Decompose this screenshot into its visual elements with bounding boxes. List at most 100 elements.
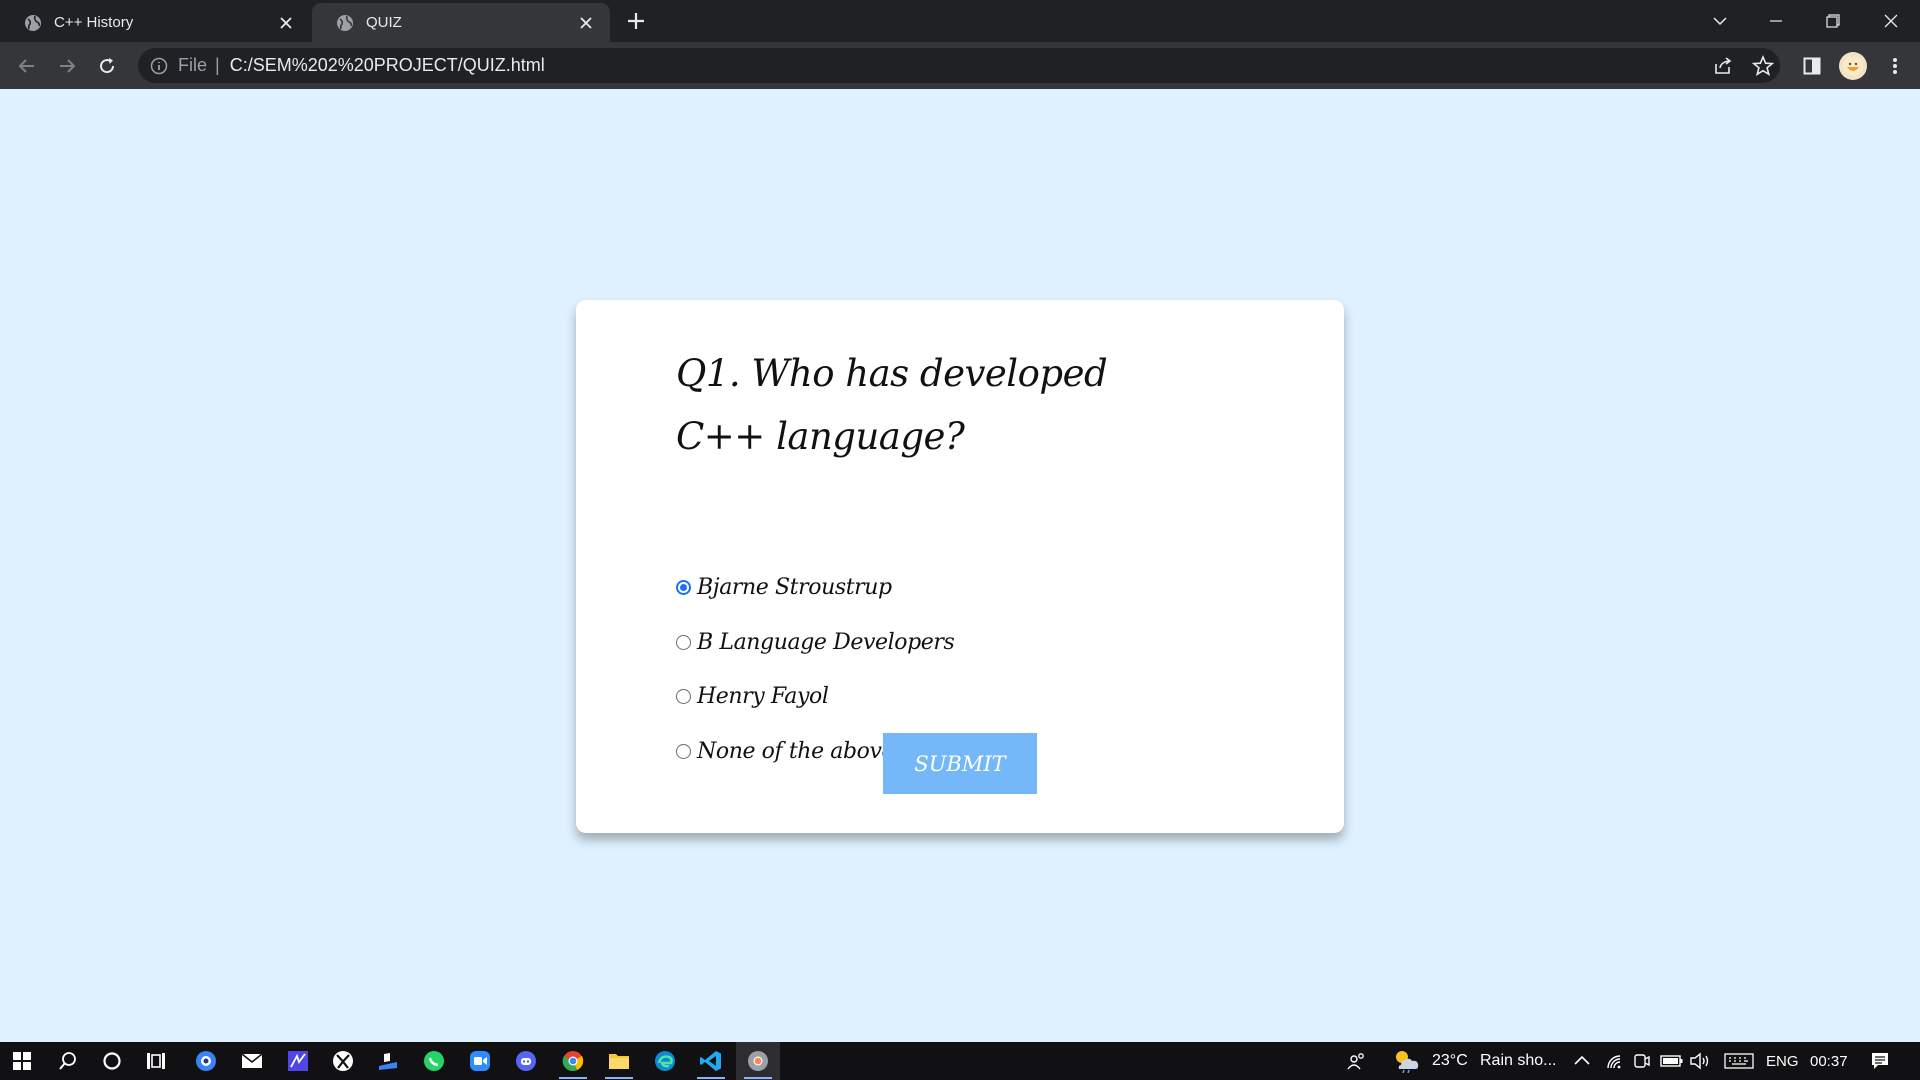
taskbar-app-vscode[interactable] <box>689 1042 733 1080</box>
chevron-down-icon <box>1713 17 1727 26</box>
separator: | <box>215 55 220 75</box>
weather-icon[interactable] <box>1393 1049 1421 1073</box>
folder-icon <box>609 1054 629 1069</box>
globe-icon <box>25 14 41 31</box>
cortana-icon <box>103 1052 121 1070</box>
close-icon[interactable] <box>576 13 596 33</box>
star-icon[interactable] <box>1752 55 1774 77</box>
side-panel-button[interactable] <box>1797 51 1827 81</box>
search-button[interactable] <box>46 1042 90 1080</box>
taskbar-app-copilot[interactable] <box>184 1042 228 1080</box>
tab-title: QUIZ <box>366 14 402 31</box>
profile-avatar[interactable] <box>1839 52 1867 80</box>
taskbar-app-whatsapp[interactable] <box>412 1042 456 1080</box>
clock[interactable]: 00:37 <box>1810 1042 1848 1080</box>
edge-icon <box>655 1051 675 1071</box>
address-bar[interactable]: File | C:/SEM%202%20PROJECT/QUIZ.html <box>138 48 1780 83</box>
option-none-of-the-above[interactable]: None of the above. <box>676 739 901 764</box>
cortana-button[interactable] <box>90 1042 134 1080</box>
mail-icon <box>241 1053 263 1068</box>
question-text: Q1. Who has developed C++ language? <box>676 352 1108 458</box>
option-label: Henry Fayol <box>697 684 829 709</box>
taskbar-app-vector[interactable] <box>276 1042 320 1080</box>
tab-quiz[interactable]: QUIZ <box>312 3 610 42</box>
tab-cpp-history[interactable]: C++ History <box>0 3 310 42</box>
weather-condition[interactable]: Rain sho... <box>1480 1042 1556 1080</box>
option-label: None of the above. <box>697 739 901 764</box>
volume-icon[interactable] <box>1689 1051 1713 1071</box>
menu-button[interactable] <box>1880 51 1910 81</box>
xbox-icon <box>333 1051 353 1071</box>
option-bjarne-stroustrup[interactable]: Bjarne Stroustrup <box>676 575 892 600</box>
chevron-up-icon[interactable] <box>1572 1051 1592 1071</box>
tab-search-button[interactable] <box>1705 6 1735 36</box>
weather-temp[interactable]: 23°C <box>1432 1042 1468 1080</box>
globe-icon <box>337 14 353 31</box>
app-icon <box>196 1051 216 1071</box>
chrome-icon <box>562 1051 584 1071</box>
taskbar-app-zoom[interactable] <box>458 1042 502 1080</box>
search-icon <box>59 1052 76 1070</box>
windows-icon <box>13 1052 31 1070</box>
submit-button[interactable]: SUBMIT <box>883 733 1037 794</box>
language-indicator[interactable]: ENG <box>1766 1042 1799 1080</box>
info-icon[interactable] <box>150 57 168 75</box>
start-button[interactable] <box>0 1042 44 1080</box>
taskbar: 23°C Rain sho... ENG 00:37 <box>0 1042 1920 1080</box>
zoom-icon <box>470 1051 490 1071</box>
task-view-icon <box>147 1053 165 1069</box>
share-icon[interactable] <box>1712 55 1734 77</box>
taskbar-app-discord[interactable] <box>504 1042 548 1080</box>
arrow-right-icon <box>60 59 76 73</box>
option-label: Bjarne Stroustrup <box>697 575 892 600</box>
close-window-button[interactable] <box>1876 6 1906 36</box>
meet-now-icon[interactable] <box>1632 1051 1652 1071</box>
battery-icon[interactable] <box>1660 1051 1684 1071</box>
taskbar-app-edge[interactable] <box>643 1042 687 1080</box>
side-panel-icon <box>1803 57 1821 75</box>
close-icon[interactable] <box>276 13 296 33</box>
taskbar-app-installer[interactable] <box>366 1042 410 1080</box>
whatsapp-icon <box>424 1051 444 1071</box>
taskbar-app-chrome-active[interactable] <box>736 1042 780 1080</box>
discord-icon <box>516 1051 536 1071</box>
minimize-button[interactable] <box>1761 6 1791 36</box>
taskbar-app-xbox[interactable] <box>321 1042 365 1080</box>
option-b-language-developers[interactable]: B Language Developers <box>676 630 955 655</box>
avatar-icon <box>1843 56 1863 76</box>
wifi-icon[interactable] <box>1605 1051 1625 1071</box>
page-viewport: Q1. Who has developed C++ language? Bjar… <box>0 89 1920 1042</box>
radio-button[interactable] <box>676 635 691 650</box>
people-icon[interactable] <box>1347 1051 1367 1071</box>
taskbar-app-chrome[interactable] <box>551 1042 595 1080</box>
radio-button[interactable] <box>676 744 691 759</box>
restore-icon <box>1826 14 1840 28</box>
radio-button[interactable] <box>676 689 691 704</box>
tab-strip: C++ History QUIZ <box>0 0 1920 42</box>
chrome-icon <box>748 1051 768 1071</box>
tab-title: C++ History <box>54 14 134 31</box>
scheme-label: File <box>178 55 208 75</box>
restore-button[interactable] <box>1818 6 1848 36</box>
arrow-left-icon <box>18 59 34 73</box>
task-view-button[interactable] <box>134 1042 178 1080</box>
taskbar-app-file-explorer[interactable] <box>597 1042 641 1080</box>
quiz-card: Q1. Who has developed C++ language? Bjar… <box>576 300 1344 833</box>
vscode-icon <box>700 1051 721 1071</box>
reload-button[interactable] <box>92 51 122 81</box>
minimize-icon <box>1770 20 1782 22</box>
url-text[interactable]: C:/SEM%202%20PROJECT/QUIZ.html <box>230 55 545 76</box>
taskbar-app-mail[interactable] <box>230 1042 274 1080</box>
plus-icon <box>628 13 644 29</box>
option-label: B Language Developers <box>697 630 955 655</box>
back-button[interactable] <box>12 51 42 81</box>
keyboard-icon[interactable] <box>1724 1051 1754 1071</box>
new-tab-button[interactable] <box>624 9 648 33</box>
option-henry-fayol[interactable]: Henry Fayol <box>676 684 829 709</box>
installer-icon <box>379 1053 397 1070</box>
notification-icon[interactable] <box>1870 1051 1890 1071</box>
reload-icon <box>100 58 115 74</box>
forward-button[interactable] <box>52 51 82 81</box>
radio-button[interactable] <box>676 580 691 595</box>
close-icon <box>1884 14 1898 28</box>
